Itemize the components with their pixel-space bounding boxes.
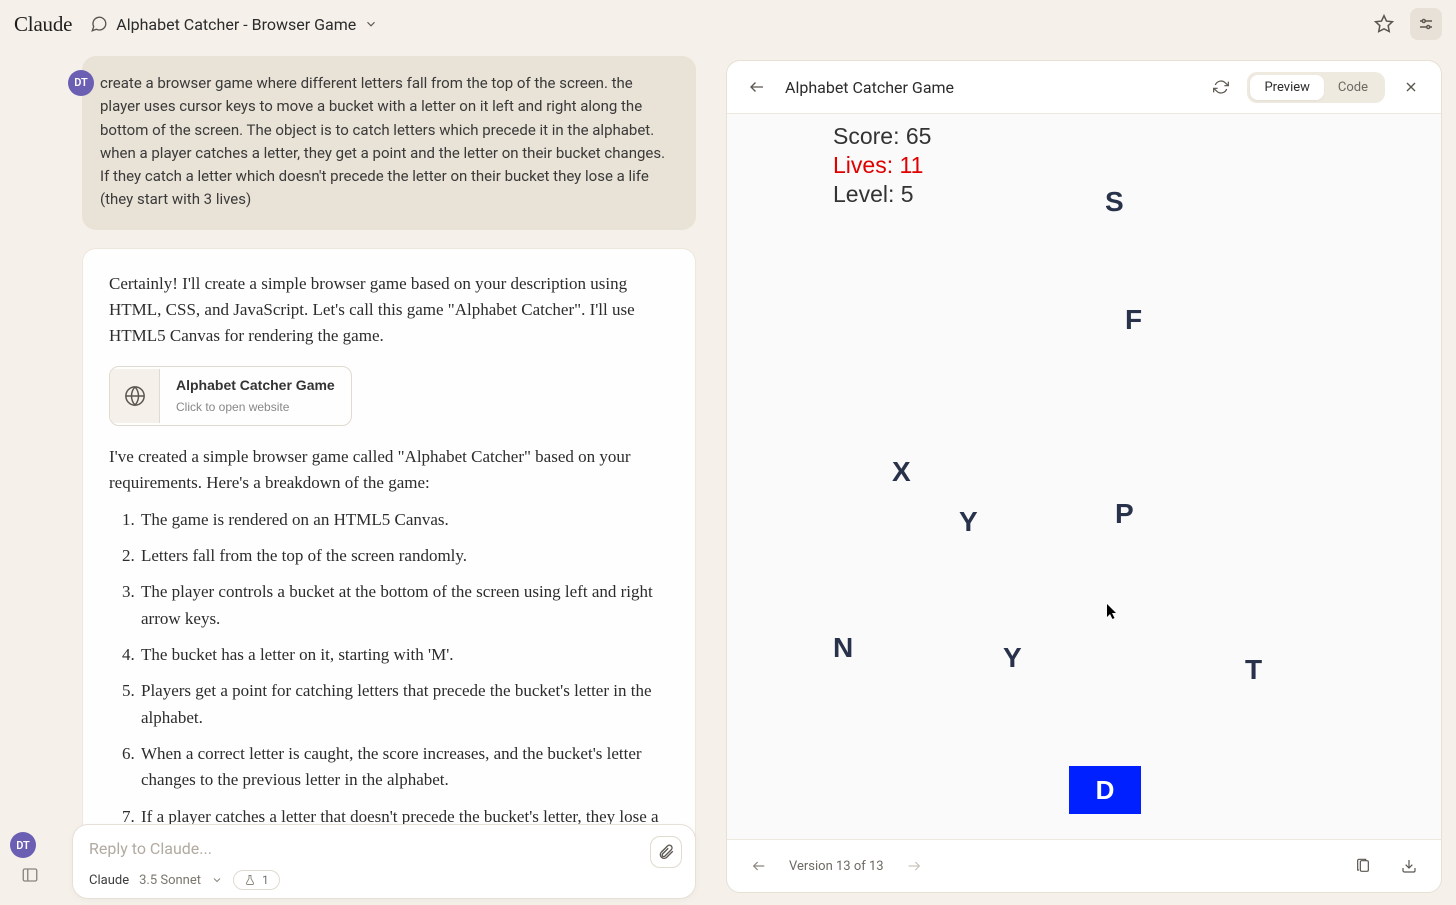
refresh-button[interactable] [1205,71,1237,103]
user-message: DT create a browser game where different… [82,56,696,230]
settings-button[interactable] [1410,8,1442,40]
artifact-header: Alphabet Catcher Game Preview Code [727,61,1441,114]
chat-icon [90,15,108,33]
paperclip-icon [657,843,675,861]
chip-count: 1 [262,873,269,887]
cursor-icon [1107,604,1119,620]
artifact-panel: Alphabet Catcher Game Preview Code Score… [726,60,1442,893]
model-name[interactable]: 3.5 Sonnet [139,873,201,888]
artifact-title: Alphabet Catcher Game [176,375,335,397]
sidebar-toggle[interactable] [14,859,46,891]
download-icon [1401,858,1417,874]
list-item: The game is rendered on an HTML5 Canvas. [139,507,669,533]
globe-icon [124,385,146,407]
back-button[interactable] [741,71,773,103]
list-item: When a correct letter is caught, the sco… [139,741,669,794]
lives-value: 11 [899,152,923,178]
lives-label: Lives: [833,152,899,178]
artifact-panel-title: Alphabet Catcher Game [785,78,954,97]
attachment-chip[interactable]: 1 [233,870,280,890]
artifact-icon-box [110,369,160,423]
falling-letter: N [833,632,853,664]
composer[interactable]: Reply to Claude... Claude 3.5 Sonnet 1 [72,824,696,899]
assistant-list: The game is rendered on an HTML5 Canvas.… [125,507,669,857]
artifact-footer: Version 13 of 13 [727,839,1441,892]
star-button[interactable] [1368,8,1400,40]
artifact-card[interactable]: Alphabet Catcher Game Click to open webs… [109,366,352,426]
star-icon [1374,14,1394,34]
model-prefix: Claude [89,873,129,888]
version-next-button[interactable] [898,850,930,882]
assistant-message: Certainly! I'll create a simple browser … [82,248,696,890]
download-button[interactable] [1393,850,1425,882]
assistant-after-artifact: I've created a simple browser game calle… [109,444,669,497]
score-label: Score: [833,123,906,149]
clipboard-icon [1355,858,1371,874]
chat-column: DT create a browser game where different… [0,48,720,905]
refresh-icon [1213,79,1229,95]
close-button[interactable] [1395,71,1427,103]
arrow-left-icon [751,858,767,874]
copy-button[interactable] [1347,850,1379,882]
falling-letter: T [1245,654,1262,686]
level-label: Level: [833,181,901,207]
arrow-right-icon [906,858,922,874]
close-icon [1403,79,1419,95]
tab-preview[interactable]: Preview [1250,75,1323,100]
list-item: Letters fall from the top of the screen … [139,543,669,569]
view-toggle: Preview Code [1247,72,1385,103]
list-item: The bucket has a letter on it, starting … [139,642,669,668]
arrow-left-icon [748,78,766,96]
level-value: 5 [901,181,914,207]
app-header: Claude Alphabet Catcher - Browser Game [0,0,1456,48]
falling-letter: F [1125,304,1142,336]
attach-button[interactable] [650,836,682,868]
chevron-down-icon [364,17,378,31]
falling-letter: S [1105,186,1124,218]
game-hud: Score: 65 Lives: 11 Level: 5 [833,122,931,208]
document-title-area[interactable]: Alphabet Catcher - Browser Game [90,15,378,34]
version-prev-button[interactable] [743,850,775,882]
composer-avatar: DT [10,832,36,858]
user-avatar: DT [68,70,94,96]
assistant-intro: Certainly! I'll create a simple browser … [109,271,669,350]
version-label: Version 13 of 13 [789,859,884,874]
chevron-down-icon [211,874,223,886]
falling-letter: Y [959,506,978,538]
list-item: The player controls a bucket at the bott… [139,579,669,632]
falling-letter: P [1115,498,1134,530]
claude-logo: Claude [14,12,72,37]
composer-area: DT Reply to Claude... Claude 3.5 Sonnet … [72,824,696,899]
game-bucket: D [1069,766,1141,814]
reply-input[interactable]: Reply to Claude... [89,839,679,858]
falling-letter: Y [1003,642,1022,674]
game-preview[interactable]: Score: 65 Lives: 11 Level: 5 S F X Y P N Y T D [727,114,1441,839]
flask-icon [244,874,256,886]
document-title: Alphabet Catcher - Browser Game [116,15,356,34]
user-message-text: create a browser game where different le… [100,74,665,208]
artifact-subtitle: Click to open website [176,398,335,417]
sliders-icon [1417,15,1435,33]
panel-icon [21,866,39,884]
score-value: 65 [906,123,932,149]
list-item: Players get a point for catching letters… [139,678,669,731]
tab-code[interactable]: Code [1324,75,1382,100]
falling-letter: X [892,456,911,488]
